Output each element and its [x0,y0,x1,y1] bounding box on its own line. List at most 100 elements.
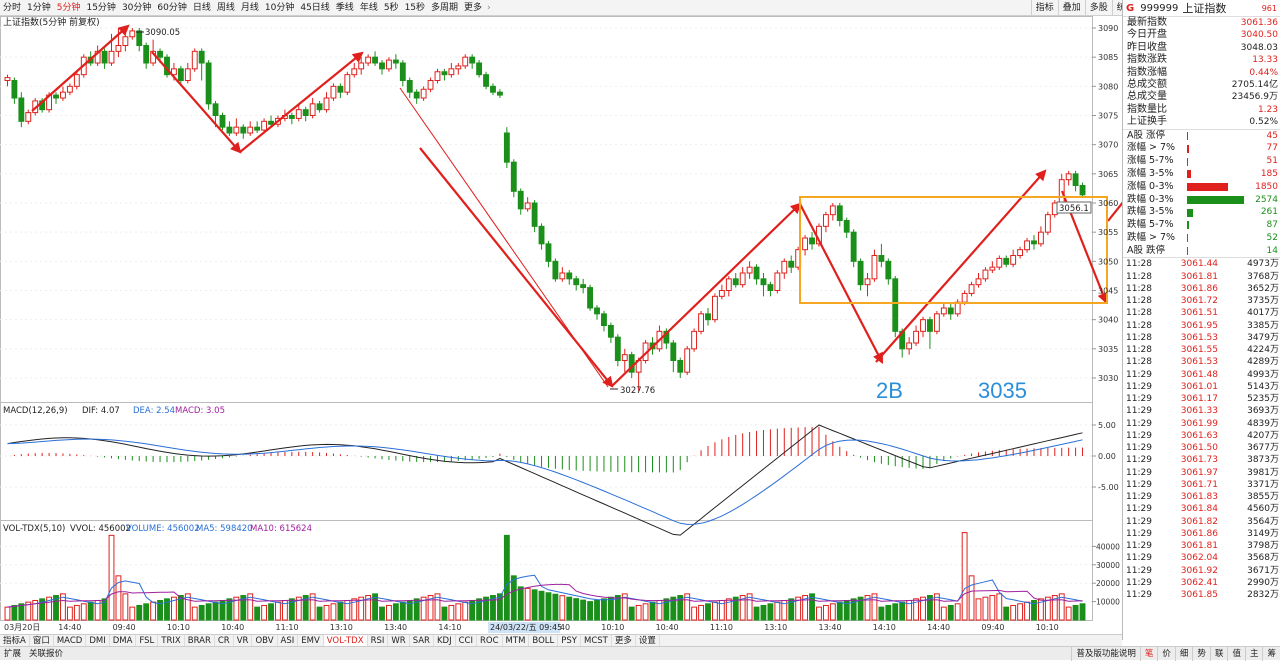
timeframe-tab[interactable]: 分时 [0,0,24,16]
tick-list[interactable]: 11:28 3061.44 4973万 11:28 3061.81 3768万 11:28 3… [1123,258,1280,601]
candle-body [392,59,399,64]
indicator-tab[interactable]: VR [234,634,253,647]
indicator-tab[interactable]: MTM [503,634,530,647]
candle-body [469,56,476,64]
chart-area[interactable]: 3056.1 3090 3085 3080 3075 3070 3065 3060 3055 3… [0,16,1122,634]
panel-switch-tab[interactable]: 联 [1209,646,1228,661]
indicator-tab[interactable]: SAR [410,634,434,647]
tick-volume: 3855万 [1247,492,1279,503]
timeframe-tab[interactable]: 60分钟 [154,0,189,16]
timeframe-tab[interactable]: 日线 [190,0,214,16]
feature-help-link[interactable]: 普及版功能说明 [1071,646,1140,661]
volume-bar [816,606,822,621]
panel-switch-tab[interactable]: 筹 [1262,646,1280,661]
volume-bar [441,606,448,621]
status-left-item[interactable]: 扩展 [0,647,25,661]
timeframe-tab[interactable]: 多周期 [428,0,461,16]
candle-body [420,88,427,99]
candle-body [809,237,815,245]
panel-switch-tab[interactable]: 主 [1244,646,1263,661]
indicator-tab[interactable]: 更多 [612,634,636,647]
indicator-tab[interactable]: MCST [581,634,612,647]
status-left-item[interactable]: 关联报价 [25,647,67,661]
vol-volume: VOLUME: 456002 [126,524,200,534]
candle-body [365,56,372,64]
timeframe-tab[interactable]: 15秒 [402,0,428,16]
stat-value: 3061.36 [1240,18,1278,28]
candle-body [594,307,600,315]
timeframe-tab[interactable]: 周线 [214,0,238,16]
candlesticks [4,28,1086,392]
indicator-tab[interactable]: RSI [368,634,389,647]
indicator-tab[interactable]: WR [388,634,410,647]
indicator-tab[interactable]: CR [215,634,234,647]
indicator-tab[interactable]: TRIX [158,634,185,647]
tool-button[interactable]: 指标 [1030,0,1058,16]
candle [573,275,580,291]
indicator-tab[interactable]: CCI [456,634,477,647]
candle [1024,238,1030,253]
indicator-tab[interactable]: FSL [136,634,159,647]
timeframe-tab[interactable]: 更多 [461,0,485,16]
candle [309,98,316,119]
candle [392,54,399,69]
candle [462,54,469,69]
tool-button[interactable]: 多股 [1084,0,1112,16]
tick-row: 11:29 3061.33 3693万 [1123,405,1280,417]
timeframe-tab[interactable]: 45日线 [297,0,332,16]
indicator-tab[interactable]: PSY [558,634,581,647]
candle [857,258,864,291]
stat-value: 3048.03 [1240,42,1278,53]
tick-price: 3061.97 [1180,467,1218,478]
time-axis-label: 13:40 [819,623,842,632]
candle [73,71,80,90]
indicator-tab[interactable]: 设置 [636,634,660,647]
timeframe-tab[interactable]: 5分钟 [54,0,84,16]
panel-switch-tab[interactable]: 笔 [1139,646,1158,661]
tool-button[interactable]: 叠加 [1057,0,1085,16]
timeframe-tab[interactable]: 15分钟 [83,0,118,16]
candle [517,188,524,215]
tick-row: 11:29 3061.85 2832万 [1123,589,1280,601]
timeframe-tab[interactable]: 季线 [333,0,357,16]
indicator-tab[interactable]: MACD [54,634,87,647]
indicator-tab[interactable]: DMA [110,634,137,647]
indicator-tab[interactable]: VOL-TDX [323,634,368,647]
indicator-tab[interactable]: KDJ [434,634,456,647]
breadth-value: 52 [1266,232,1278,243]
volume-bar [899,601,906,621]
indicator-tab[interactable]: EMV [298,634,324,647]
timeframe-tab[interactable]: 10分钟 [262,0,297,16]
indicator-tab[interactable]: ASI [278,634,299,647]
panel-switch-tab[interactable]: 细 [1174,646,1193,661]
timeframe-tab[interactable]: 1分钟 [24,0,54,16]
tick-row: 11:29 3061.17 5235万 [1123,393,1280,405]
tick-row: 11:29 3061.97 3981万 [1123,467,1280,479]
indicator-tab[interactable]: BOLL [529,634,559,647]
panel-switch-tab[interactable]: 价 [1157,646,1175,661]
indicator-tab[interactable]: BRAR [185,634,215,647]
timeframe-tab[interactable]: 月线 [238,0,262,16]
indicator-tab[interactable]: 窗口 [30,634,54,647]
candle-body [205,62,212,105]
panel-switch-tab[interactable]: 势 [1192,646,1210,661]
more-arrow-icon[interactable]: › [485,3,493,13]
indicator-tab[interactable]: 指标A [0,634,30,647]
price-axis-label: 3040 [1098,316,1118,325]
breadth-row: 跌幅 0-3% 2574 [1123,194,1280,207]
volume-bar [594,599,600,621]
breadth-label: 跌幅 5-7% [1127,219,1174,231]
indicator-tab[interactable]: ROC [477,634,503,647]
timeframe-tab[interactable]: 5秒 [381,0,402,16]
indicator-tab[interactable]: DMI [86,634,110,647]
panel-switch-tab[interactable]: 值 [1227,646,1245,661]
candle-body [323,97,330,111]
volume-bar [878,606,885,621]
tick-time: 11:29 [1126,430,1152,441]
timeframe-tab[interactable]: 30分钟 [119,0,154,16]
timeframe-tab[interactable]: 年线 [357,0,381,16]
tick-time: 11:29 [1126,369,1152,380]
candle [406,77,413,98]
macd-value: MACD: 3.05 [175,406,225,416]
indicator-tab[interactable]: OBV [252,634,278,647]
